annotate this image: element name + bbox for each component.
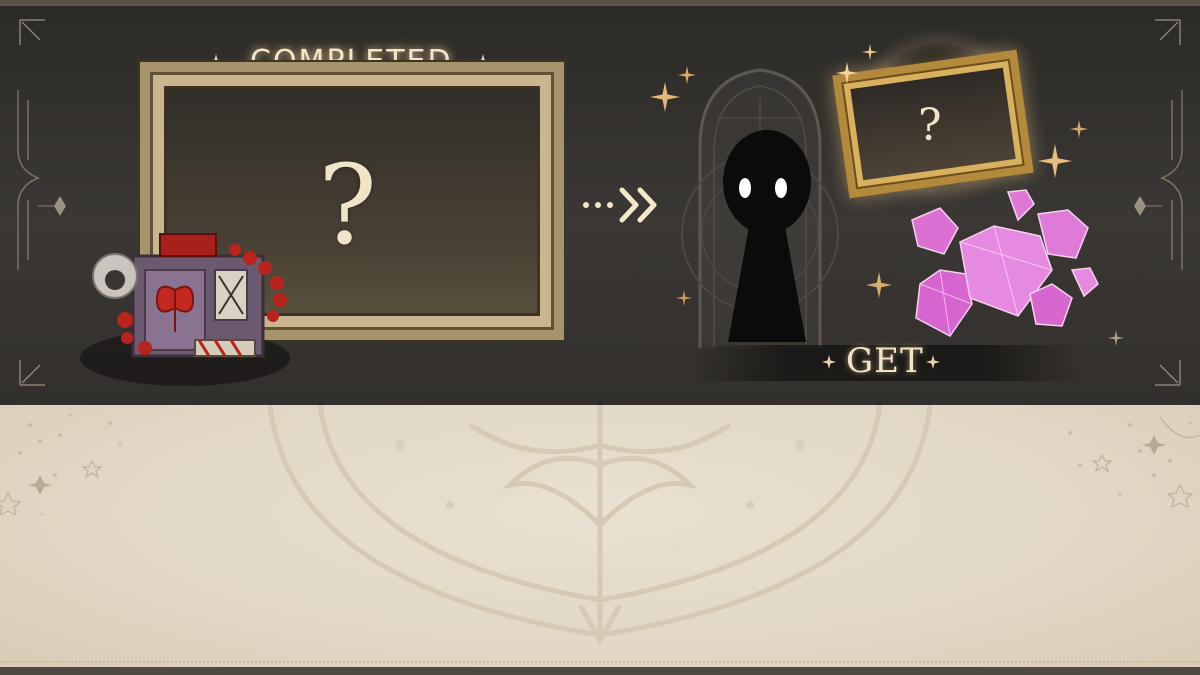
sparkle-icon: [836, 62, 858, 84]
sparkle-icon: [926, 355, 940, 369]
lower-dotted-divider: [0, 661, 1200, 663]
left-ornament: [17, 19, 66, 386]
sparkle-icon: [862, 44, 878, 60]
silhouette-avatar-icon: [723, 130, 811, 342]
sparkle-icon: [1108, 330, 1124, 346]
get-title: GET: [846, 341, 924, 381]
banner-top-border: [0, 0, 1200, 6]
lower-bottom-border: [0, 667, 1200, 675]
lower-panel: [0, 405, 1200, 675]
sparkle-icon: [1070, 120, 1088, 138]
ornate-chest-icon: [80, 233, 290, 386]
reward-frame-question-mark: ?: [918, 100, 942, 151]
sparkle-icon: [1038, 144, 1072, 178]
emblem-watermark: [267, 405, 933, 646]
pink-gem-icon: [911, 189, 1099, 337]
double-chevron-right-icon: [583, 187, 657, 223]
right-star-decoration: [1068, 416, 1200, 509]
sparkle-icon: [650, 82, 680, 112]
right-ornament: [1134, 19, 1183, 386]
sparkle-icon: [866, 272, 892, 298]
sparkle-icon: [678, 66, 696, 84]
unknown-reward-question-mark: ?: [318, 141, 377, 269]
sparkle-icon: [822, 355, 836, 369]
left-star-decoration: [0, 413, 122, 515]
sparkle-icon: [676, 290, 692, 306]
reward-banner: COMPLETED ?: [0, 0, 1200, 405]
